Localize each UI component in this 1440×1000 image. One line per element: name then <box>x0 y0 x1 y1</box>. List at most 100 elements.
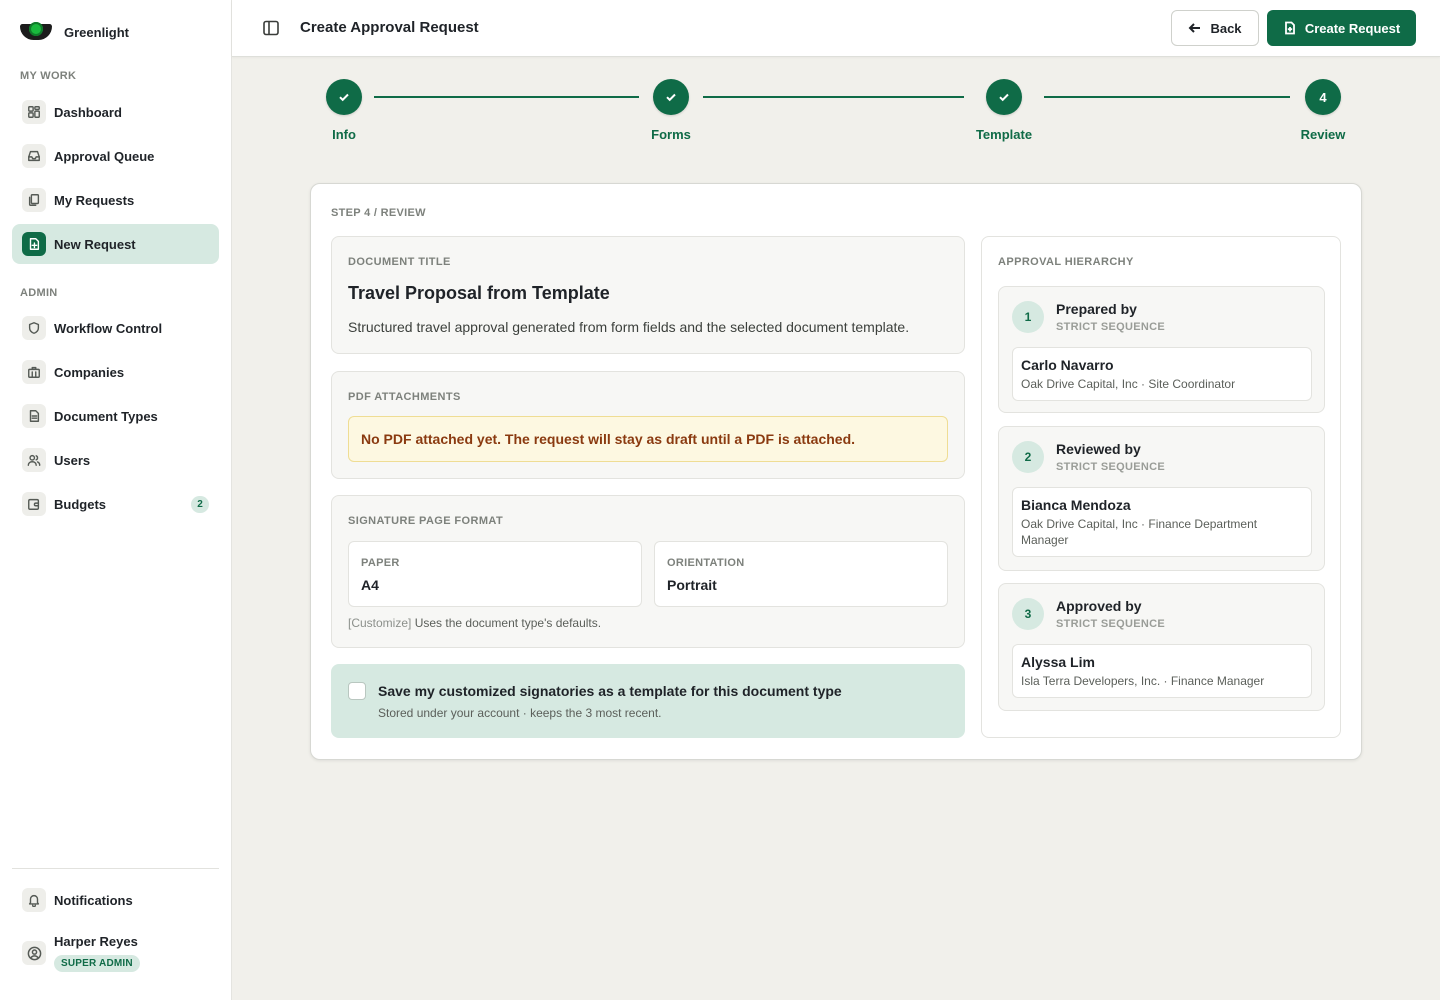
step-review-current[interactable]: 4 <box>1305 79 1341 115</box>
sidebar-item-label: Users <box>54 452 91 468</box>
orientation-format-box: ORIENTATION Portrait <box>654 541 948 607</box>
section-label-my-work: MY WORK <box>20 70 77 82</box>
file-plus-icon <box>1284 21 1295 35</box>
panel-label: APPROVAL HIERARCHY <box>998 256 1134 268</box>
sidebar-item-label: Approval Queue <box>54 148 155 164</box>
create-request-button[interactable]: Create Request <box>1267 10 1416 46</box>
orientation-label: ORIENTATION <box>667 557 745 569</box>
save-template-title[interactable]: Save my customized signatories as a temp… <box>378 683 842 699</box>
level-number: 2 <box>1012 441 1044 473</box>
file-plus-icon <box>22 232 46 256</box>
document-title-panel: DOCUMENT TITLE Travel Proposal from Temp… <box>331 236 965 354</box>
save-template-subtitle: Stored under your account · keeps the 3 … <box>378 706 662 720</box>
save-template-checkbox[interactable] <box>348 682 366 700</box>
document-description: Structured travel approval generated fro… <box>348 319 910 335</box>
paper-value: A4 <box>361 577 379 593</box>
signatory-meta: Oak Drive Capital, Inc · Site Coordinato… <box>1021 377 1236 391</box>
sidebar-item-label: Document Types <box>54 408 158 424</box>
paper-format-box: PAPER A4 <box>348 541 642 607</box>
approval-hierarchy-panel: APPROVAL HIERARCHY 1 Prepared by STRICT … <box>981 236 1341 738</box>
sidebar-item-label: New Request <box>54 236 136 252</box>
sidebar-item-new-request[interactable]: New Request <box>12 224 219 264</box>
save-template-panel: Save my customized signatories as a temp… <box>331 664 965 738</box>
wallet-icon <box>22 492 46 516</box>
sidebar-divider <box>12 868 219 869</box>
sidebar-item-users[interactable]: Users <box>12 440 219 480</box>
back-button-label: Back <box>1210 20 1242 36</box>
hierarchy-level: 2 Reviewed by STRICT SEQUENCE Bianca Men… <box>998 426 1325 571</box>
sidebar-item-document-types[interactable]: Document Types <box>12 396 219 436</box>
document-title: Travel Proposal from Template <box>348 283 610 303</box>
step-label-template: Template <box>975 127 1033 142</box>
bell-icon <box>22 888 46 912</box>
sidebar-item-label: Budgets <box>54 496 106 512</box>
panel-label: SIGNATURE PAGE FORMAT <box>348 515 504 527</box>
sidebar-item-dashboard[interactable]: Dashboard <box>12 92 219 132</box>
back-button[interactable]: Back <box>1171 10 1259 46</box>
orientation-value: Portrait <box>667 577 717 593</box>
step-template-complete[interactable] <box>986 79 1022 115</box>
inbox-icon <box>22 144 46 168</box>
sidebar-item-budgets[interactable]: Budgets 2 <box>12 484 219 524</box>
sidebar-item-label: Dashboard <box>54 104 122 120</box>
shield-icon <box>22 316 46 340</box>
user-circle-icon <box>22 941 46 965</box>
sidebar-item-my-requests[interactable]: My Requests <box>12 180 219 220</box>
step-forms-complete[interactable] <box>653 79 689 115</box>
sidebar-item-companies[interactable]: Companies <box>12 352 219 392</box>
customize-link[interactable]: [Customize] <box>348 616 411 630</box>
step-info-complete[interactable] <box>326 79 362 115</box>
grid-icon <box>22 100 46 124</box>
signatory-card: Carlo Navarro Oak Drive Capital, Inc · S… <box>1012 347 1312 401</box>
traffic-light-logo-icon <box>20 21 52 43</box>
format-note-text: Uses the document type's defaults. <box>414 616 602 630</box>
level-number: 1 <box>1012 301 1044 333</box>
signatory-card: Bianca Mendoza Oak Drive Capital, Inc · … <box>1012 487 1312 557</box>
sidebar-toggle-icon[interactable] <box>262 19 280 37</box>
level-mode: STRICT SEQUENCE <box>1056 321 1166 333</box>
step-label-forms: Forms <box>651 127 691 142</box>
create-request-button-label: Create Request <box>1304 20 1401 36</box>
sidebar-item-label: My Requests <box>54 192 135 208</box>
page-title: Create Approval Request <box>300 19 479 36</box>
sidebar-item-label: Notifications <box>54 892 133 908</box>
user-role-badge: SUPER ADMIN <box>54 955 140 972</box>
building-icon <box>22 360 46 384</box>
step-connector <box>703 96 964 98</box>
hierarchy-level: 3 Approved by STRICT SEQUENCE Alyssa Lim… <box>998 583 1325 711</box>
level-mode: STRICT SEQUENCE <box>1056 618 1166 630</box>
step-connector <box>374 96 639 98</box>
brand-name: Greenlight <box>64 24 130 40</box>
users-icon <box>22 448 46 472</box>
user-profile[interactable]: Harper Reyes SUPER ADMIN <box>22 934 140 972</box>
panel-label: PDF ATTACHMENTS <box>348 391 461 403</box>
check-icon <box>999 93 1009 102</box>
hierarchy-level: 1 Prepared by STRICT SEQUENCE Carlo Nava… <box>998 286 1325 413</box>
level-number: 3 <box>1012 598 1044 630</box>
signature-format-panel: SIGNATURE PAGE FORMAT PAPER A4 ORIENTATI… <box>331 495 965 648</box>
pdf-attachments-panel: PDF ATTACHMENTS No PDF attached yet. The… <box>331 371 965 479</box>
signatory-name: Alyssa Lim <box>1021 654 1095 670</box>
top-bar: Create Approval Request Back Create Requ… <box>232 0 1440 57</box>
sidebar-item-label: Workflow Control <box>54 320 163 336</box>
section-label-admin: ADMIN <box>20 287 58 299</box>
check-icon <box>339 93 349 102</box>
document-icon <box>22 404 46 428</box>
format-note: [Customize] Uses the document type's def… <box>348 616 601 630</box>
step-label-info: Info <box>332 127 356 142</box>
review-card: STEP 4 / REVIEW DOCUMENT TITLE Travel Pr… <box>310 183 1362 760</box>
signatory-card: Alyssa Lim Isla Terra Developers, Inc. ·… <box>1012 644 1312 698</box>
step-connector <box>1044 96 1290 98</box>
paper-label: PAPER <box>361 557 400 569</box>
sidebar-item-label: Companies <box>54 364 125 380</box>
sidebar-item-approval-queue[interactable]: Approval Queue <box>12 136 219 176</box>
level-title: Prepared by <box>1056 301 1137 317</box>
signatory-meta: Isla Terra Developers, Inc. · Finance Ma… <box>1021 674 1265 688</box>
sidebar: Greenlight MY WORK Dashboard Approval Qu… <box>0 0 232 1000</box>
brand[interactable]: Greenlight <box>20 20 129 44</box>
signatory-name: Carlo Navarro <box>1021 357 1114 373</box>
signatory-name: Bianca Mendoza <box>1021 497 1131 513</box>
no-pdf-warning: No PDF attached yet. The request will st… <box>348 416 948 462</box>
sidebar-item-workflow-control[interactable]: Workflow Control <box>12 308 219 348</box>
sidebar-item-notifications[interactable]: Notifications <box>12 880 219 920</box>
